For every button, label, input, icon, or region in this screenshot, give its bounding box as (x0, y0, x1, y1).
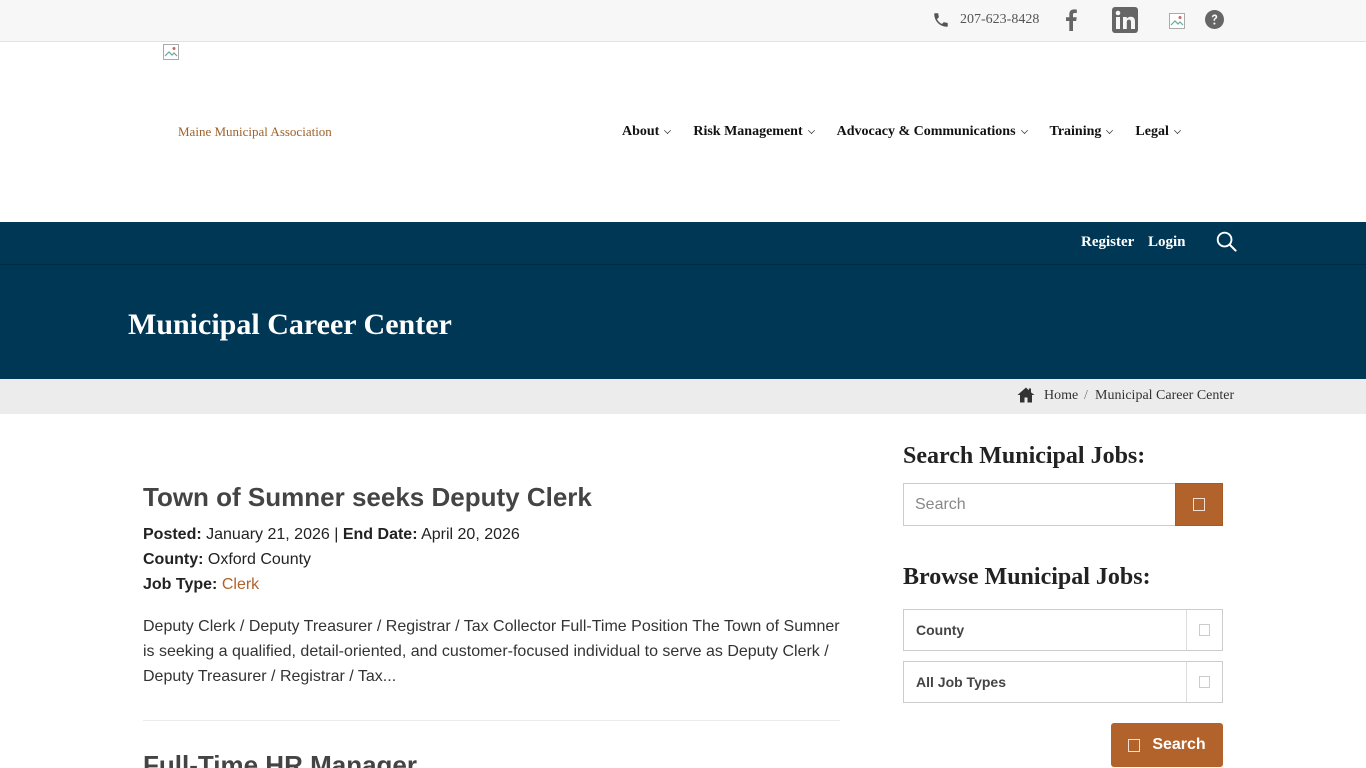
help-icon[interactable] (1205, 10, 1224, 29)
nav-label: Risk Management (693, 124, 803, 139)
posted-date: January 21, 2026 (206, 526, 330, 543)
nav-item-legal[interactable]: Legal (1135, 124, 1181, 140)
top-bar: 207-623-8428 (0, 0, 1366, 42)
phone-number[interactable]: 207-623-8428 (960, 12, 1039, 28)
browse-search-button[interactable]: Search (1111, 723, 1223, 767)
job-type-link[interactable]: Clerk (222, 576, 259, 593)
chevron-down-icon (1199, 624, 1210, 636)
job-dates: Posted: January 21, 2026 | End Date: Apr… (143, 526, 520, 544)
posted-label: Posted: (143, 526, 202, 543)
login-link[interactable]: Login (1148, 234, 1186, 251)
phone-icon[interactable] (932, 11, 950, 29)
nav-label: Advocacy & Communications (836, 124, 1016, 139)
search-icon[interactable] (1216, 231, 1237, 252)
breadcrumb-current: Municipal Career Center (1095, 388, 1235, 403)
logo-text[interactable]: Maine Municipal Association (178, 124, 332, 140)
meta-separator: | (334, 526, 339, 543)
nav-item-training[interactable]: Training (1050, 124, 1114, 140)
dropdown-toggle[interactable] (1186, 662, 1222, 702)
chevron-down-icon (1199, 676, 1210, 688)
nav-item-risk-management[interactable]: Risk Management (693, 124, 815, 140)
search-submit-button[interactable] (1175, 483, 1223, 526)
chevron-down-icon (1020, 127, 1028, 134)
main-nav: About Risk Management Advocacy & Communi… (622, 124, 1203, 140)
breadcrumb-home[interactable]: Home (1044, 388, 1078, 404)
job-title-link[interactable]: Full-Time HR Manager (143, 750, 417, 768)
nav-label: About (622, 124, 660, 139)
job-type-label: Job Type: (143, 576, 218, 593)
end-date-label: End Date: (342, 526, 418, 543)
broken-image-icon[interactable] (1169, 13, 1185, 29)
job-type-select-label: All Job Types (916, 674, 1006, 690)
county-select[interactable]: County (903, 609, 1223, 651)
banner-divider (0, 264, 1366, 265)
browse-search-label: Search (1152, 736, 1206, 753)
end-date: April 20, 2026 (421, 526, 520, 543)
job-description: Deputy Clerk / Deputy Treasurer / Regist… (143, 618, 840, 685)
search-heading: Search Municipal Jobs: (903, 443, 1146, 469)
logo-image-icon[interactable] (163, 44, 179, 60)
nav-label: Legal (1135, 124, 1169, 139)
county-select-label: County (916, 622, 965, 638)
breadcrumb-separator: / (1084, 388, 1088, 403)
register-link[interactable]: Register (1081, 234, 1134, 251)
job-type-select[interactable]: All Job Types (903, 661, 1223, 703)
chevron-down-icon (1173, 127, 1181, 134)
home-icon[interactable] (1017, 387, 1035, 403)
chevron-down-icon (664, 127, 672, 134)
job-title-link[interactable]: Town of Sumner seeks Deputy Clerk (143, 482, 592, 513)
chevron-down-icon (807, 127, 815, 134)
search-icon (1128, 738, 1141, 752)
nav-item-about[interactable]: About (622, 124, 672, 140)
facebook-icon[interactable] (1064, 9, 1078, 31)
nav-item-advocacy[interactable]: Advocacy & Communications (837, 124, 1028, 140)
search-icon (1193, 498, 1205, 511)
job-type: Job Type: Clerk (143, 576, 259, 594)
browse-heading: Browse Municipal Jobs: (903, 564, 1151, 590)
job-county: County: Oxford County (143, 551, 311, 569)
page-title: Municipal Career Center (128, 308, 452, 341)
dropdown-toggle[interactable] (1186, 610, 1222, 650)
search-input[interactable] (903, 483, 1175, 526)
breadcrumb: Home / Municipal Career Center (0, 379, 1366, 414)
linkedin-icon[interactable] (1112, 7, 1138, 33)
page-banner: Register Login Municipal Career Center (0, 222, 1366, 379)
site-header: Maine Municipal Association About Risk M… (0, 42, 1366, 222)
county-label: County: (143, 551, 204, 568)
nav-label: Training (1049, 124, 1102, 139)
listing-divider (143, 720, 840, 721)
county-value: Oxford County (207, 551, 312, 568)
chevron-down-icon (1106, 127, 1114, 134)
